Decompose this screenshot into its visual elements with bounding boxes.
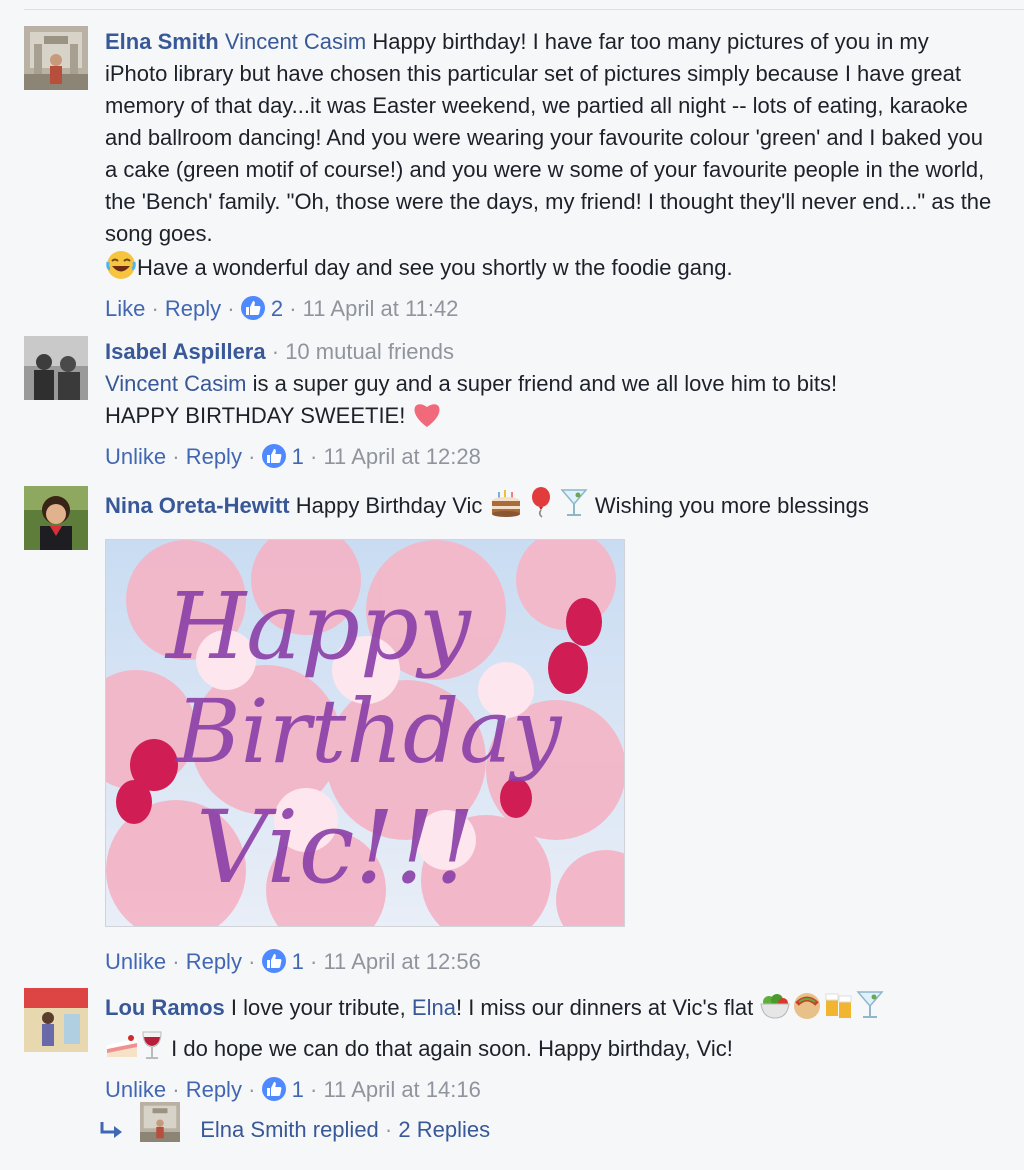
comment: Elna Smith Vincent Casim Happy birthday!… — [24, 26, 994, 324]
comment-text-continued: Wishing you more blessings — [594, 493, 869, 518]
like-thumb-icon[interactable] — [261, 949, 286, 973]
like-thumb-icon[interactable] — [261, 444, 286, 468]
comment-author[interactable]: Lou Ramos — [105, 995, 225, 1020]
replies-link[interactable]: Elna Smith replied · 2 Replies — [98, 1102, 490, 1151]
tagged-user[interactable]: Elna — [412, 995, 456, 1020]
like-count[interactable]: 1 — [292, 1077, 304, 1102]
heart-emoji-icon — [411, 400, 443, 437]
balloon-emoji-icon — [529, 486, 553, 527]
like-thumb-icon[interactable] — [261, 1077, 286, 1101]
comment: Isabel Aspillera · 10 mutual friends Vin… — [24, 336, 994, 472]
reply-link[interactable]: Reply — [186, 949, 242, 974]
reply-arrow-icon — [98, 1118, 124, 1151]
avatar[interactable] — [24, 26, 88, 90]
comment-body: Lou Ramos I love your tribute, Elna! I m… — [105, 988, 994, 1070]
comment-actions: Unlike · Reply · 1 · 11 April at 12:56 — [105, 949, 481, 974]
comment-actions: Unlike · Reply · 1 · 11 April at 12:28 — [105, 444, 481, 469]
cocktail-emoji-icon — [855, 988, 885, 1029]
like-count[interactable]: 1 — [292, 949, 304, 974]
like-link[interactable]: Like — [105, 296, 145, 321]
comment-text: I love your tribute, — [230, 995, 406, 1020]
reply-link[interactable]: Reply — [186, 444, 242, 469]
comment-text: is a super guy and a super friend and we… — [252, 371, 838, 396]
timestamp[interactable]: 11 April at 14:16 — [323, 1077, 480, 1102]
laughing-emoji-icon — [105, 250, 137, 289]
like-count[interactable]: 2 — [271, 296, 283, 321]
comment-author[interactable]: Nina Oreta-Hewitt — [105, 493, 290, 518]
image-text-birthday: Birthday — [174, 680, 563, 783]
unlike-link[interactable]: Unlike — [105, 949, 166, 974]
comment-text-continued: ! I miss our dinners at Vic's flat — [455, 995, 754, 1020]
comment-actions: Unlike · Reply · 1 · 11 April at 14:16 — [105, 1077, 481, 1102]
comment-author[interactable]: Elna Smith — [105, 29, 219, 54]
comment-text: Happy birthday! I have far too many pict… — [105, 29, 992, 246]
salad-emoji-icon — [759, 990, 791, 1029]
cake-slice-emoji-icon — [105, 1031, 139, 1070]
tagged-user[interactable]: Vincent Casim — [105, 371, 246, 396]
replies-author[interactable]: Elna Smith replied — [200, 1117, 379, 1142]
timestamp[interactable]: 11 April at 12:56 — [323, 949, 480, 974]
wine-emoji-icon — [139, 1029, 165, 1070]
comment-body: Nina Oreta-Hewitt Happy Birthday Vic Wis… — [105, 486, 994, 927]
cocktail-emoji-icon — [559, 486, 589, 527]
comment-actions: Like · Reply · 2 · 11 April at 11:42 — [105, 296, 459, 321]
comment-text: Happy Birthday Vic — [295, 493, 483, 518]
comment-text-continued: Have a wonderful day and see you shortly… — [137, 255, 733, 280]
cake-emoji-icon — [489, 488, 523, 527]
avatar[interactable] — [24, 988, 88, 1052]
reply-link[interactable]: Reply — [165, 296, 221, 321]
unlike-link[interactable]: Unlike — [105, 1077, 166, 1102]
replies-count[interactable]: 2 Replies — [398, 1117, 490, 1142]
like-thumb-icon[interactable] — [240, 296, 265, 320]
timestamp[interactable]: 11 April at 12:28 — [323, 444, 480, 469]
image-text-vic: Vic!!! — [196, 789, 475, 906]
comment-body: Isabel Aspillera · 10 mutual friends Vin… — [105, 336, 994, 437]
reply-link[interactable]: Reply — [186, 1077, 242, 1102]
mutual-friends[interactable]: 10 mutual friends — [285, 339, 454, 364]
comment-text-line2: I do hope we can do that again soon. Hap… — [171, 1036, 733, 1061]
top-divider — [24, 9, 1024, 10]
unlike-link[interactable]: Unlike — [105, 444, 166, 469]
tagged-user[interactable]: Vincent Casim — [225, 29, 366, 54]
timestamp[interactable]: 11 April at 11:42 — [303, 296, 459, 321]
image-text-happy: Happy — [164, 573, 472, 680]
comment-author[interactable]: Isabel Aspillera — [105, 339, 266, 364]
comment-body: Elna Smith Vincent Casim Happy birthday!… — [105, 26, 994, 289]
comment: Lou Ramos I love your tribute, Elna! I m… — [24, 988, 994, 1105]
taco-emoji-icon — [791, 990, 823, 1029]
avatar[interactable] — [24, 486, 88, 550]
comment: Nina Oreta-Hewitt Happy Birthday Vic Wis… — [24, 486, 994, 977]
avatar[interactable] — [24, 336, 88, 400]
like-count[interactable]: 1 — [292, 444, 304, 469]
beer-emoji-icon — [823, 990, 855, 1029]
avatar — [140, 1102, 181, 1151]
comment-text-continued: HAPPY BIRTHDAY SWEETIE! — [105, 403, 406, 428]
birthday-image[interactable]: Happy Birthday Vic!!! — [105, 539, 625, 927]
